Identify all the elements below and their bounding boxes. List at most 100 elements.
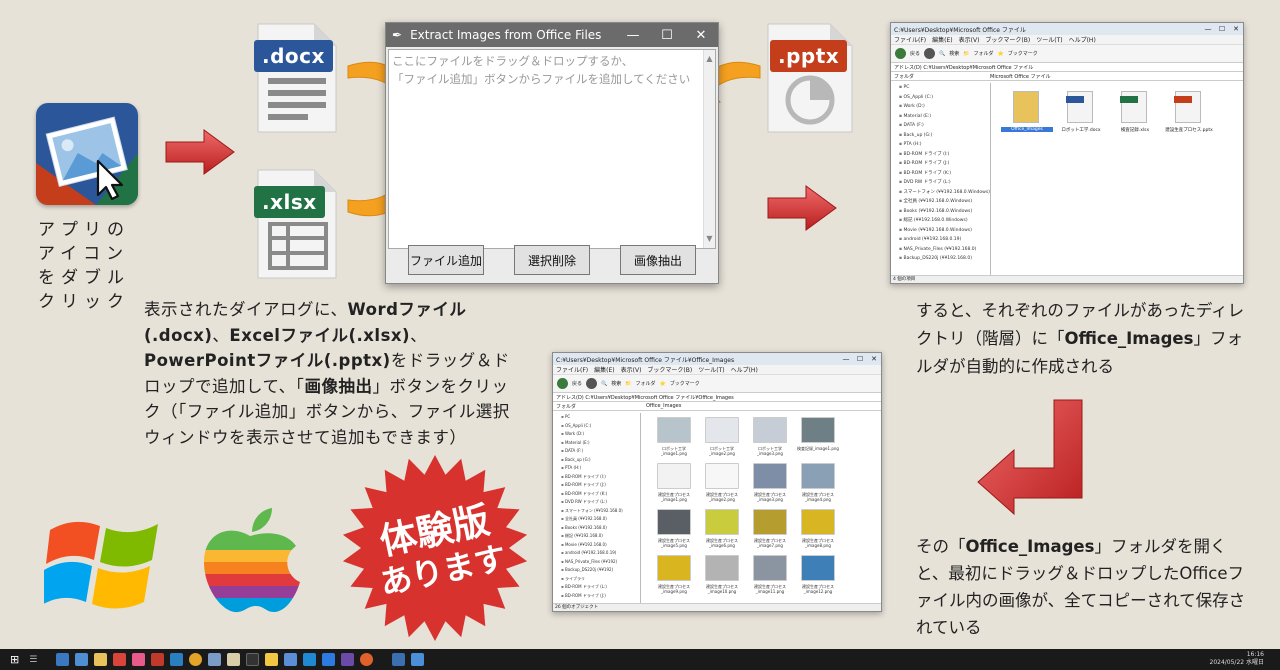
app-icon-5[interactable] xyxy=(132,653,146,666)
tree-item[interactable]: スマートフォン (¥¥192.168.0) xyxy=(561,507,640,516)
tree-item[interactable]: 総記 (¥¥192.168.0.Windows) xyxy=(899,216,990,226)
star-icon[interactable]: ⭐ xyxy=(660,381,666,387)
folder-icon[interactable]: 📁 xyxy=(625,381,631,387)
tree-item[interactable]: PTA (H:) xyxy=(899,140,990,150)
folder-icon[interactable]: 📁 xyxy=(963,51,969,57)
menu-tools[interactable]: ツール(T) xyxy=(1036,35,1062,44)
back-label[interactable]: 戻る xyxy=(572,380,582,387)
dropbox-icon[interactable] xyxy=(322,653,336,666)
close-button[interactable]: ✕ xyxy=(867,355,881,363)
image-thumbnail[interactable] xyxy=(657,417,691,443)
app-icon-18[interactable] xyxy=(392,653,406,666)
bookmark-label[interactable]: ブックマーク xyxy=(1008,50,1038,57)
tree-item[interactable]: BD-ROM ドライブ (J:) xyxy=(561,481,640,490)
tree-item[interactable]: DATA (F:) xyxy=(561,447,640,456)
address-bar[interactable]: アドレス(D) C:¥Users¥Desktop¥Microsoft Offic… xyxy=(553,393,881,402)
app-icon-4[interactable] xyxy=(113,653,127,666)
tree-item[interactable]: スマートフォン (¥¥192.168.0.Windows) xyxy=(899,188,990,198)
back-icon[interactable] xyxy=(557,378,568,389)
maximize-button[interactable]: ☐ xyxy=(650,28,684,43)
menu-edit[interactable]: 編集(E) xyxy=(594,365,614,374)
menu-file[interactable]: ファイル(F) xyxy=(556,365,588,374)
tree-item[interactable]: PC xyxy=(899,83,990,93)
tree-item[interactable]: BD-ROM ドライブ (I:) xyxy=(561,473,640,482)
minimize-button[interactable]: — xyxy=(616,28,650,43)
tree-item[interactable]: Movie (¥¥192.168.0.Windows) xyxy=(899,226,990,236)
star-icon[interactable]: ⭐ xyxy=(998,51,1004,57)
remove-selected-button[interactable]: 選択削除 xyxy=(514,245,590,275)
search-icon[interactable]: 🔍 xyxy=(601,381,607,387)
menu-view[interactable]: 表示(V) xyxy=(621,365,642,374)
menu-file[interactable]: ファイル(F) xyxy=(894,35,926,44)
image-thumbnail[interactable] xyxy=(753,417,787,443)
tree-item[interactable]: Back_up (G:) xyxy=(899,131,990,141)
vscode-icon[interactable] xyxy=(303,653,317,666)
tree-item[interactable]: 総記 (¥¥192.168.0) xyxy=(561,532,640,541)
tree-item[interactable]: BD-ROM ドライブ (J:) xyxy=(899,159,990,169)
folder-icon[interactable] xyxy=(1013,91,1039,123)
app-icon-9[interactable] xyxy=(208,653,222,666)
folder-tab[interactable]: Office_Images xyxy=(646,403,681,409)
search-label[interactable]: 検索 xyxy=(611,380,621,387)
image-thumbnail[interactable] xyxy=(657,509,691,535)
extract-images-button[interactable]: 画像抽出 xyxy=(620,245,696,275)
forward-icon[interactable] xyxy=(924,48,936,59)
address-value[interactable]: C:¥Users¥Desktop¥Microsoft Office ファイル xyxy=(923,64,1033,71)
image-thumbnail[interactable] xyxy=(705,555,739,581)
pptx-file-icon[interactable] xyxy=(1174,91,1201,123)
maximize-button[interactable]: ☐ xyxy=(1215,25,1229,33)
tree-item[interactable]: Work (D:) xyxy=(899,102,990,112)
add-file-button[interactable]: ファイル追加 xyxy=(408,245,484,275)
app-icon-2[interactable] xyxy=(75,653,89,666)
image-thumbnail[interactable] xyxy=(705,463,739,489)
image-thumbnail[interactable] xyxy=(657,463,691,489)
close-button[interactable]: ✕ xyxy=(684,28,718,43)
image-thumbnail[interactable] xyxy=(801,555,835,581)
app-icon-16[interactable] xyxy=(341,653,355,666)
tree-item[interactable]: 全社員 (¥¥192.168.0) xyxy=(561,515,640,524)
xlsx-file-icon[interactable] xyxy=(1120,91,1147,123)
tree-item[interactable]: Work (D:) xyxy=(561,430,640,439)
forward-icon[interactable] xyxy=(586,378,598,389)
tree-item[interactable]: Backup_DS220j (¥¥192) xyxy=(561,566,640,575)
app-icon-13[interactable] xyxy=(284,653,298,666)
image-thumbnail[interactable] xyxy=(801,417,835,443)
tree-item[interactable]: BD-ROM ドライブ (I:) xyxy=(899,150,990,160)
tree-item[interactable]: DATA (F:) xyxy=(899,121,990,131)
close-button[interactable]: ✕ xyxy=(1229,25,1243,33)
image-thumbnail[interactable] xyxy=(801,463,835,489)
tree-item[interactable]: android (¥¥192.168.0.19) xyxy=(899,235,990,245)
minimize-button[interactable]: — xyxy=(1201,25,1215,33)
tree-item[interactable]: Material (E:) xyxy=(561,439,640,448)
image-thumbnail[interactable] xyxy=(705,417,739,443)
tree-item[interactable]: android (¥¥192.168.0.19) xyxy=(561,549,640,558)
tree-item[interactable]: DVD RW ドライブ (L:) xyxy=(899,178,990,188)
menu-help[interactable]: ヘルプ(H) xyxy=(1069,35,1096,44)
image-thumbnail[interactable] xyxy=(657,555,691,581)
tree-item[interactable]: BD-ROM ドライブ (K:) xyxy=(561,490,640,499)
tree-item[interactable]: Books (¥¥192.168.0.Windows) xyxy=(899,207,990,217)
start-icon[interactable]: ⊞ xyxy=(10,653,19,666)
tree-item[interactable]: BD-ROM ドライブ (K:) xyxy=(899,169,990,179)
tree-item[interactable]: Books (¥¥192.168.0) xyxy=(561,524,640,533)
app-icon-1[interactable] xyxy=(56,653,70,666)
tree-item[interactable]: Back_up (G:) xyxy=(561,456,640,465)
dialog-titlebar[interactable]: ✒ Extract Images from Office Files — ☐ ✕ xyxy=(386,23,718,47)
image-thumbnail[interactable] xyxy=(753,509,787,535)
back-icon[interactable] xyxy=(895,48,906,59)
scrollbar[interactable]: ▲ ▼ xyxy=(703,50,715,248)
chrome-icon[interactable] xyxy=(189,653,203,666)
tree-item[interactable]: OS_Appli (C:) xyxy=(899,93,990,103)
menu-bookmark[interactable]: ブックマーク(B) xyxy=(647,365,692,374)
folder-tree[interactable]: PCOS_Appli (C:)Work (D:)Material (E:)DAT… xyxy=(553,413,641,603)
tree-item[interactable]: Material (E:) xyxy=(899,112,990,122)
app-icon-11[interactable] xyxy=(246,653,260,666)
folder-tree[interactable]: PCOS_Appli (C:)Work (D:)Material (E:)DAT… xyxy=(891,83,991,277)
tree-item[interactable]: Movie (¥¥192.168.0) xyxy=(561,541,640,550)
folder-label[interactable]: フォルダ xyxy=(974,50,994,57)
image-thumbnail[interactable] xyxy=(705,509,739,535)
menu-edit[interactable]: 編集(E) xyxy=(932,35,952,44)
image-thumbnail[interactable] xyxy=(753,463,787,489)
menu-bookmark[interactable]: ブックマーク(B) xyxy=(985,35,1030,44)
minimize-button[interactable]: — xyxy=(839,355,853,363)
